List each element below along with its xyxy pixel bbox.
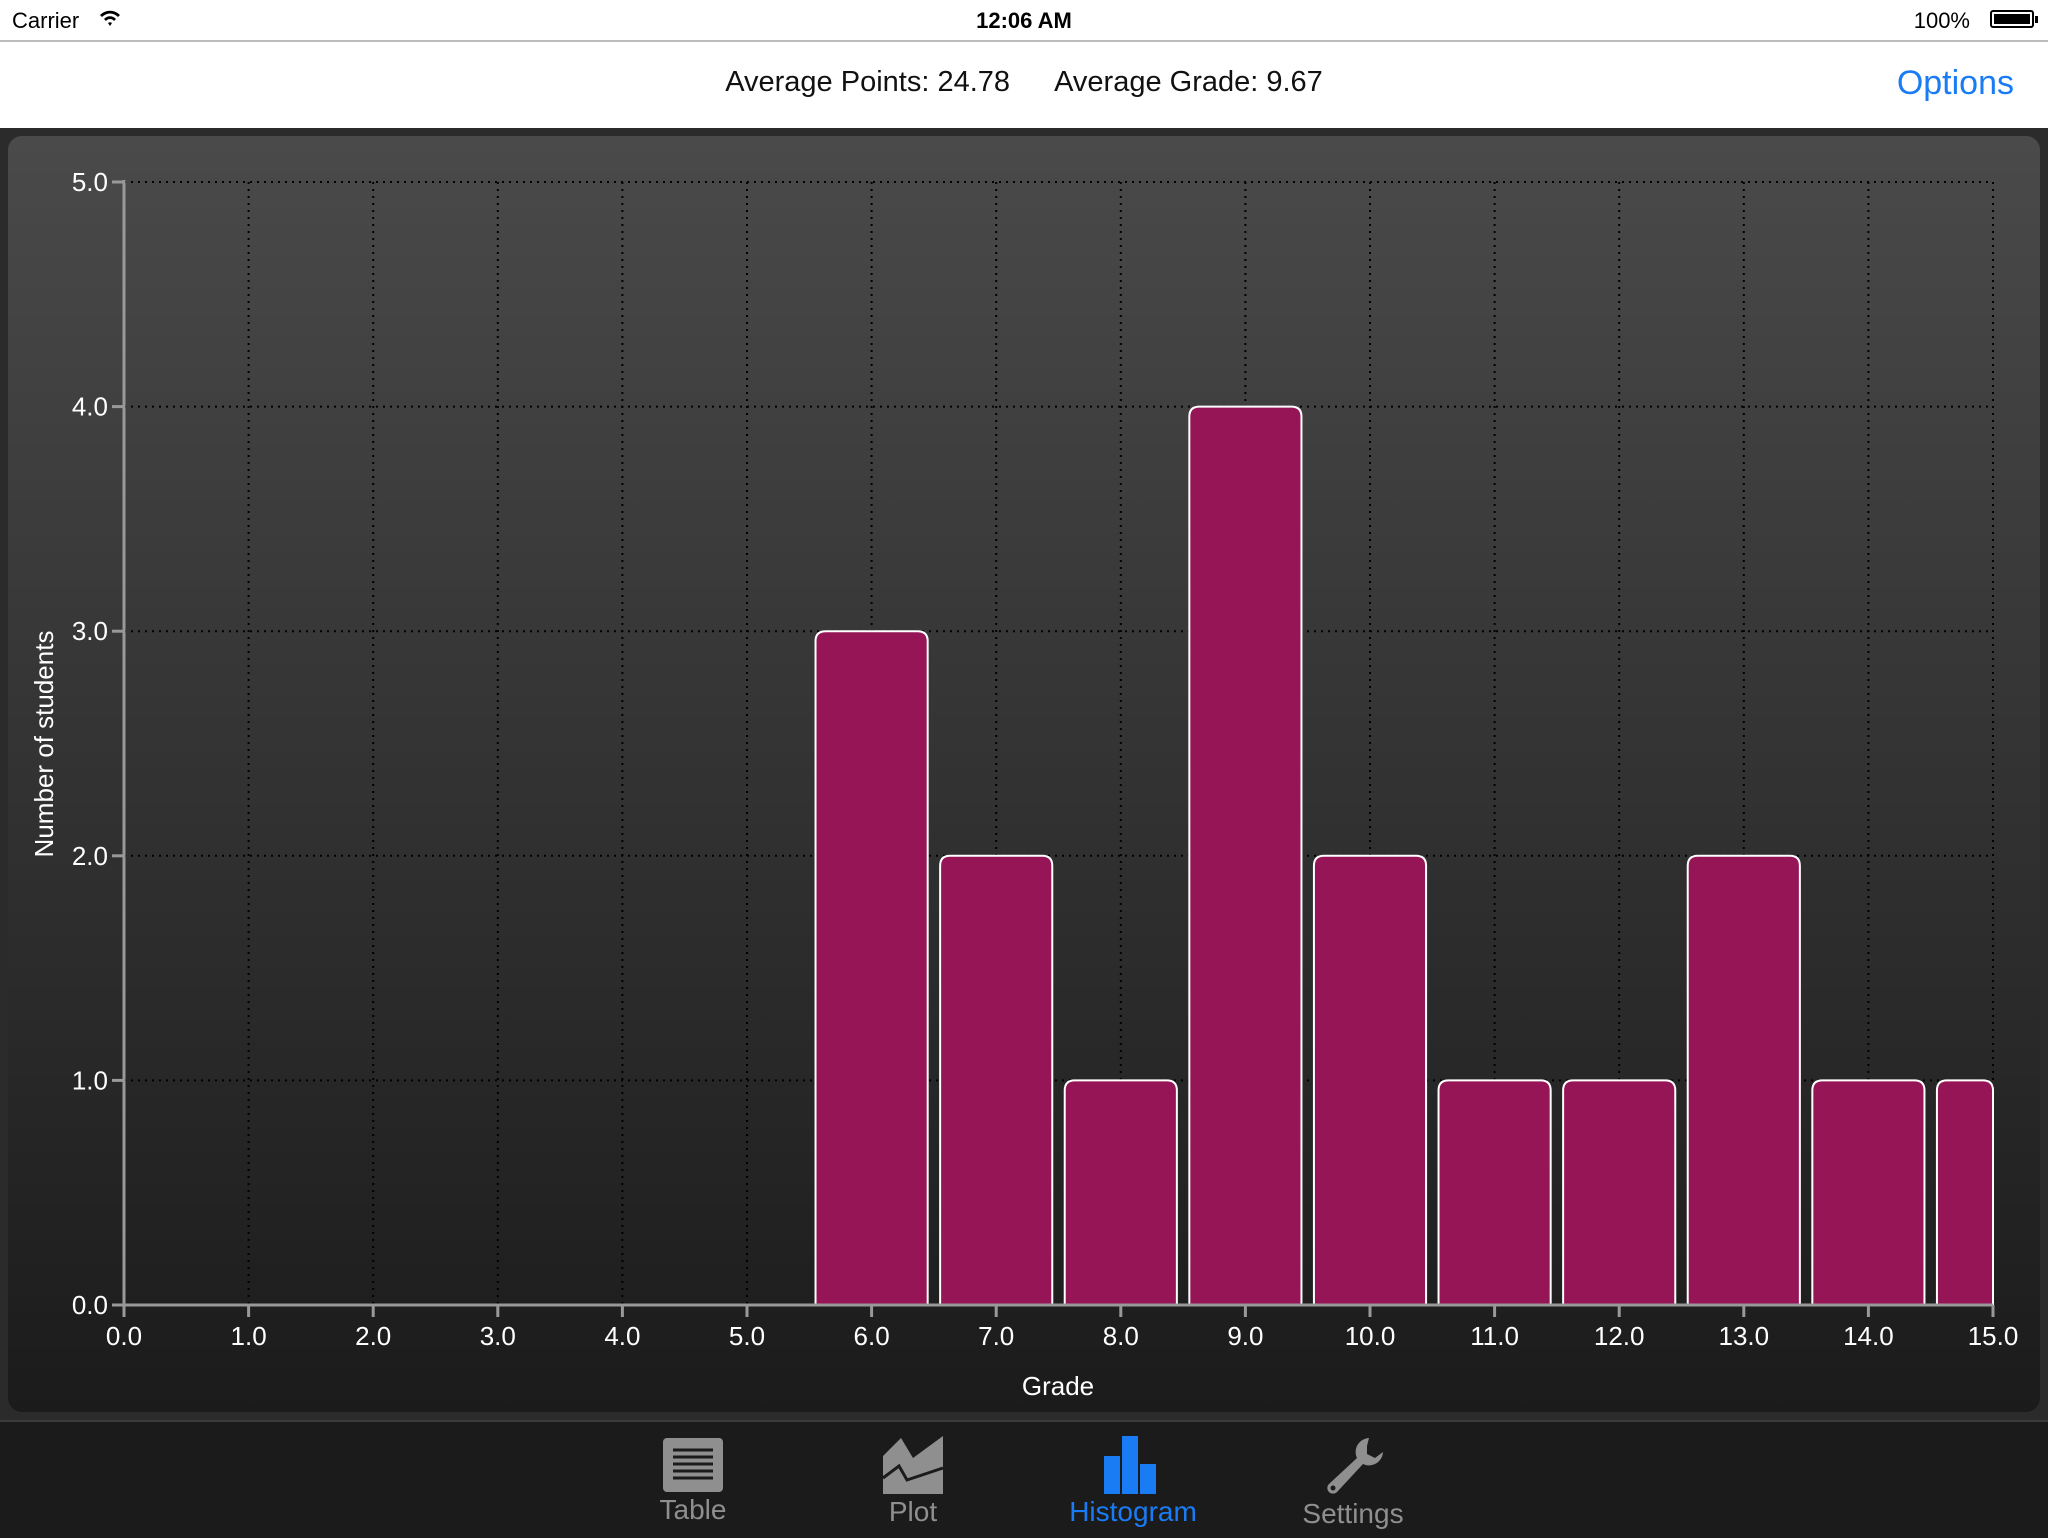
- y-tick-label: 2.0: [72, 841, 108, 871]
- tab-table[interactable]: Table: [593, 1436, 793, 1526]
- x-tick-label: 1.0: [231, 1321, 267, 1351]
- x-axis-label: Grade: [1022, 1371, 1094, 1401]
- tab-plot[interactable]: Plot: [813, 1436, 1013, 1528]
- tab-bar: Table Plot Histogram Settings: [0, 1420, 2048, 1538]
- tab-label: Plot: [888, 1496, 938, 1527]
- histogram-icon: [1104, 1436, 1156, 1494]
- tab-settings[interactable]: Settings: [1253, 1436, 1453, 1530]
- x-tick-label: 11.0: [1470, 1321, 1519, 1351]
- y-tick-label: 0.0: [72, 1290, 108, 1320]
- histogram-bar: [1686, 854, 1801, 1305]
- x-tick-label: 12.0: [1594, 1321, 1645, 1351]
- x-tick-label: 14.0: [1843, 1321, 1894, 1351]
- histogram-bar: [939, 854, 1054, 1305]
- histogram-bar: [1188, 405, 1303, 1305]
- x-tick-label: 13.0: [1718, 1321, 1769, 1351]
- histogram-bar: [1935, 1079, 1994, 1305]
- x-tick-label: 2.0: [355, 1321, 391, 1351]
- histogram-bar: [1811, 1079, 1926, 1305]
- y-axis-label: Number of students: [29, 631, 59, 858]
- x-tick-label: 15.0: [1968, 1321, 2019, 1351]
- x-tick-label: 10.0: [1345, 1321, 1396, 1351]
- y-tick-label: 1.0: [72, 1065, 108, 1095]
- tab-label: Histogram: [1069, 1496, 1197, 1527]
- x-tick-label: 0.0: [106, 1321, 142, 1351]
- bars: [814, 405, 1994, 1305]
- x-tick-label: 7.0: [978, 1321, 1014, 1351]
- tab-histogram[interactable]: Histogram: [1033, 1436, 1233, 1528]
- x-tick-label: 8.0: [1103, 1321, 1139, 1351]
- x-tick-label: 5.0: [729, 1321, 765, 1351]
- x-tick-label: 3.0: [480, 1321, 516, 1351]
- wrench-icon: [1327, 1438, 1383, 1494]
- tab-label: Table: [659, 1494, 727, 1525]
- histogram-bar: [1063, 1079, 1178, 1305]
- tab-label: Settings: [1302, 1498, 1404, 1529]
- y-tick-label: 5.0: [72, 167, 108, 197]
- y-tick-label: 4.0: [72, 392, 108, 422]
- y-tick-label: 3.0: [72, 616, 108, 646]
- table-icon: [663, 1438, 723, 1492]
- x-tick-label: 4.0: [604, 1321, 640, 1351]
- plot-icon: [882, 1436, 944, 1494]
- histogram-bar: [1312, 854, 1428, 1305]
- x-tick-label: 6.0: [854, 1321, 890, 1351]
- histogram-bar: [1437, 1079, 1552, 1305]
- histogram-bar: [814, 630, 929, 1305]
- histogram-bar: [1562, 1079, 1677, 1305]
- x-tick-label: 9.0: [1227, 1321, 1263, 1351]
- histogram-chart: 0.0 1.0 2.0 3.0 4.0 5.0 6.0 7.0 8.0 9.0 10.0 11.0 12…: [29, 167, 2019, 1401]
